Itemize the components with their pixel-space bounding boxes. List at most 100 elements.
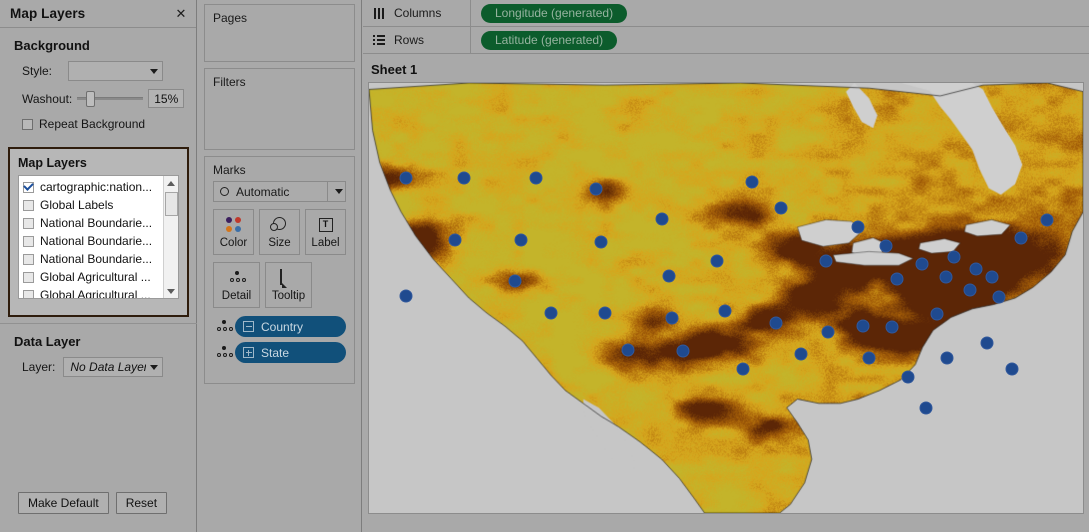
rows-shelf-dropzone[interactable]: Latitude (generated) bbox=[471, 27, 1089, 53]
cards-column: Pages Filters Marks Automatic Color bbox=[198, 0, 362, 532]
map-mark[interactable] bbox=[941, 352, 954, 365]
map-mark[interactable] bbox=[852, 220, 865, 233]
map-layer-checkbox[interactable] bbox=[23, 272, 34, 283]
map-mark[interactable] bbox=[769, 317, 782, 330]
map-layer-item[interactable]: Global Agricultural ... bbox=[23, 286, 163, 299]
map-mark[interactable] bbox=[622, 344, 635, 357]
map-mark[interactable] bbox=[879, 240, 892, 253]
color-button-label: Color bbox=[220, 237, 247, 249]
map-layers-list[interactable]: cartographic:nation...Global LabelsNatio… bbox=[18, 175, 179, 299]
map-layer-checkbox[interactable] bbox=[23, 218, 34, 229]
map-layer-item[interactable]: National Boundarie... bbox=[23, 214, 163, 232]
map-mark[interactable] bbox=[711, 255, 724, 268]
data-layer-select[interactable]: No Data Layer bbox=[63, 357, 163, 377]
repeat-background-row[interactable]: Repeat Background bbox=[0, 110, 196, 133]
reset-button[interactable]: Reset bbox=[116, 492, 167, 514]
map-view[interactable] bbox=[368, 82, 1084, 514]
map-mark[interactable] bbox=[598, 307, 611, 320]
washout-slider-track[interactable] bbox=[77, 97, 143, 100]
map-mark[interactable] bbox=[400, 289, 413, 302]
label-button-label: Label bbox=[311, 237, 339, 249]
color-button[interactable]: Color bbox=[213, 209, 254, 255]
map-mark[interactable] bbox=[948, 250, 961, 263]
map-mark[interactable] bbox=[737, 363, 750, 376]
columns-shelf-dropzone[interactable]: Longitude (generated) bbox=[471, 0, 1089, 26]
map-layer-item[interactable]: cartographic:nation... bbox=[23, 178, 163, 196]
scrollbar-thumb[interactable] bbox=[165, 192, 178, 216]
map-mark[interactable] bbox=[980, 337, 993, 350]
pill-longitude[interactable]: Longitude (generated) bbox=[481, 4, 627, 23]
map-mark[interactable] bbox=[819, 255, 832, 268]
pill-latitude[interactable]: Latitude (generated) bbox=[481, 31, 617, 50]
map-mark[interactable] bbox=[964, 283, 977, 296]
map-mark[interactable] bbox=[400, 172, 413, 185]
map-mark[interactable] bbox=[1005, 362, 1018, 375]
map-mark[interactable] bbox=[545, 306, 558, 319]
map-mark[interactable] bbox=[774, 201, 787, 214]
map-mark[interactable] bbox=[1041, 214, 1054, 227]
pages-card[interactable]: Pages bbox=[204, 4, 355, 62]
map-mark[interactable] bbox=[448, 233, 461, 246]
style-select[interactable] bbox=[68, 61, 163, 81]
close-icon[interactable]: ✕ bbox=[174, 7, 188, 21]
data-layer-heading: Data Layer bbox=[0, 324, 197, 355]
map-layer-item[interactable]: National Boundarie... bbox=[23, 232, 163, 250]
map-mark[interactable] bbox=[457, 172, 470, 185]
mark-type-select[interactable]: Automatic bbox=[213, 181, 346, 202]
pill-state[interactable]: State bbox=[235, 342, 346, 363]
washout-slider-thumb[interactable] bbox=[86, 91, 95, 107]
make-default-button[interactable]: Make Default bbox=[18, 492, 109, 514]
washout-slider[interactable]: 15% bbox=[72, 89, 184, 108]
map-mark[interactable] bbox=[939, 270, 952, 283]
map-mark[interactable] bbox=[794, 348, 807, 361]
map-mark[interactable] bbox=[992, 291, 1005, 304]
map-mark[interactable] bbox=[919, 401, 932, 414]
map-mark[interactable] bbox=[931, 307, 944, 320]
map-mark[interactable] bbox=[530, 172, 543, 185]
map-mark[interactable] bbox=[718, 304, 731, 317]
rows-shelf[interactable]: Rows Latitude (generated) bbox=[363, 27, 1089, 54]
map-layer-item[interactable]: Global Agricultural ... bbox=[23, 268, 163, 286]
map-mark[interactable] bbox=[891, 273, 904, 286]
map-mark[interactable] bbox=[745, 176, 758, 189]
map-canvas[interactable] bbox=[369, 83, 1083, 513]
columns-label-text: Columns bbox=[394, 6, 441, 20]
map-mark[interactable] bbox=[985, 271, 998, 284]
columns-shelf[interactable]: Columns Longitude (generated) bbox=[363, 0, 1089, 27]
map-mark[interactable] bbox=[916, 258, 929, 271]
map-layer-checkbox[interactable] bbox=[23, 254, 34, 265]
pill-country[interactable]: Country bbox=[235, 316, 346, 337]
map-layer-item[interactable]: National Boundarie... bbox=[23, 250, 163, 268]
washout-value[interactable]: 15% bbox=[148, 89, 184, 108]
map-mark[interactable] bbox=[590, 183, 603, 196]
map-mark[interactable] bbox=[885, 320, 898, 333]
map-mark[interactable] bbox=[666, 311, 679, 324]
map-layers-scrollbar[interactable] bbox=[163, 176, 178, 298]
map-mark[interactable] bbox=[515, 233, 528, 246]
map-layer-checkbox[interactable] bbox=[23, 182, 34, 193]
scroll-down-icon[interactable] bbox=[164, 284, 178, 298]
map-layer-checkbox[interactable] bbox=[23, 236, 34, 247]
map-mark[interactable] bbox=[655, 213, 668, 226]
mark-type-dropdown-button[interactable] bbox=[327, 182, 345, 201]
tooltip-button[interactable]: Tooltip bbox=[265, 262, 312, 308]
map-mark[interactable] bbox=[862, 352, 875, 365]
scroll-up-icon[interactable] bbox=[164, 176, 178, 190]
map-mark[interactable] bbox=[902, 371, 915, 384]
map-layer-checkbox[interactable] bbox=[23, 290, 34, 300]
size-button[interactable]: Size bbox=[259, 209, 300, 255]
repeat-background-checkbox[interactable] bbox=[22, 119, 33, 130]
map-layer-checkbox[interactable] bbox=[23, 200, 34, 211]
detail-button[interactable]: Detail bbox=[213, 262, 260, 308]
map-mark[interactable] bbox=[822, 325, 835, 338]
map-mark[interactable] bbox=[662, 270, 675, 283]
map-mark[interactable] bbox=[677, 345, 690, 358]
filters-card[interactable]: Filters bbox=[204, 68, 355, 150]
map-layer-item[interactable]: Global Labels bbox=[23, 196, 163, 214]
map-mark[interactable] bbox=[508, 275, 521, 288]
label-button[interactable]: T Label bbox=[305, 209, 346, 255]
map-mark[interactable] bbox=[857, 320, 870, 333]
map-mark[interactable] bbox=[1014, 232, 1027, 245]
map-mark[interactable] bbox=[595, 236, 608, 249]
map-mark[interactable] bbox=[969, 263, 982, 276]
